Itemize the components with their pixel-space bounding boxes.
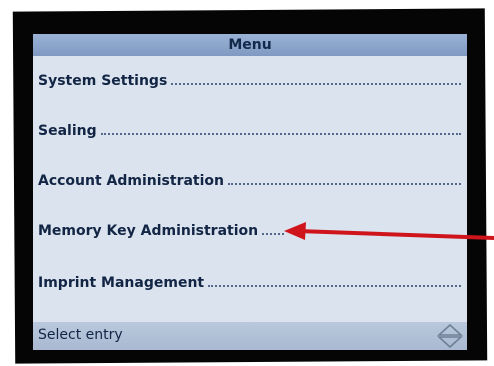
menu-item-label: Account Administration (38, 173, 225, 189)
up-down-arrows-icon[interactable] (436, 323, 464, 349)
menu-title: Menu (228, 37, 272, 53)
dotted-leader (262, 233, 285, 235)
dotted-leader (208, 285, 461, 287)
menu-item-label: Memory Key Administration (38, 223, 259, 239)
menu-item-sealing[interactable]: Sealing (33, 112, 467, 150)
menu-item-system-settings[interactable]: System Settings (33, 62, 467, 100)
status-text: Select entry (38, 327, 123, 343)
menu-item-label: System Settings (38, 73, 168, 89)
dotted-leader (100, 133, 461, 135)
menu-item-label: Imprint Management (38, 275, 205, 291)
menu-item-memory-key-administration[interactable]: Memory Key Administration (33, 212, 467, 250)
dotted-leader (228, 183, 461, 185)
menu-item-account-administration[interactable]: Account Administration (33, 162, 467, 200)
dotted-leader (171, 83, 461, 85)
menu-title-bar: Menu (33, 34, 467, 56)
device-screen: Menu System Settings Sealing Account Adm… (33, 34, 467, 350)
menu-item-label: Sealing (38, 123, 97, 139)
status-bar: Select entry (33, 322, 467, 350)
menu-item-imprint-management[interactable]: Imprint Management (33, 264, 467, 302)
